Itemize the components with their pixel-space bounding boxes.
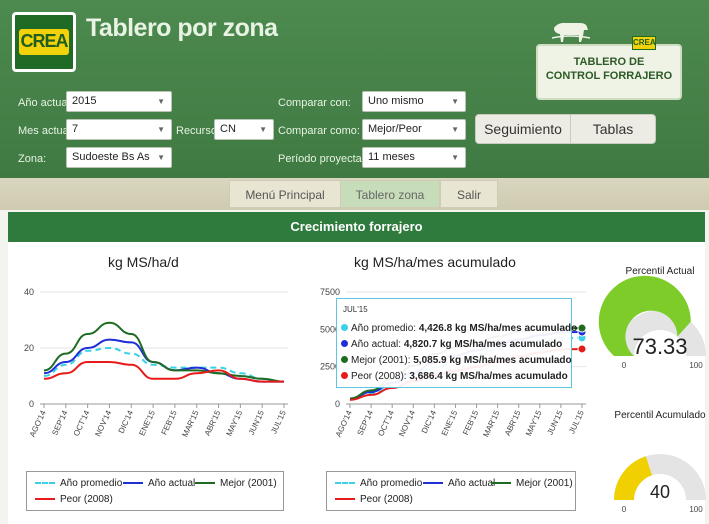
legend-item-promedio[interactable]: Año promedio xyxy=(335,478,422,489)
tablas-button[interactable]: Tablas xyxy=(570,114,656,144)
legend-item-peor[interactable]: Peor (2008) xyxy=(35,494,113,505)
comparar-como-select[interactable]: Mejor/Peor ▼ xyxy=(362,119,466,140)
crea-logo-text: CREA xyxy=(20,31,68,51)
periodo-select[interactable]: 11 meses ▼ xyxy=(362,147,466,168)
crea-logo: CREA xyxy=(12,12,76,72)
chart1-title: kg MS/ha/d xyxy=(108,254,179,270)
comparar-con-value: Uno mismo xyxy=(368,95,424,107)
recurso-label: Recurso xyxy=(176,125,217,137)
zona-label: Zona: xyxy=(18,153,47,165)
tablero-logo-line2: CONTROL FORRAJERO xyxy=(545,70,673,82)
legend-label: Mejor (2001) xyxy=(516,478,573,489)
chevron-down-icon: ▼ xyxy=(451,153,459,162)
legend-item-promedio[interactable]: Año promedio xyxy=(35,478,122,489)
comparar-con-select[interactable]: Uno mismo ▼ xyxy=(362,91,466,112)
header: CREA Tablero por zona CREA TABLERO DE CO… xyxy=(0,0,709,178)
tooltip-label: Peor (2008): xyxy=(351,371,407,382)
crea-mini-logo: CREA xyxy=(632,36,656,50)
gauge-acumulado-title: Percentil Acumulado xyxy=(614,410,706,421)
recurso-select[interactable]: CN ▼ xyxy=(214,119,274,140)
legend-label: Mejor (2001) xyxy=(220,478,277,489)
legend-label: Año promedio xyxy=(360,478,423,489)
legend-item-mejor[interactable]: Mejor (2001) xyxy=(491,478,573,489)
chevron-down-icon: ▼ xyxy=(157,125,165,134)
comparar-como-value: Mejor/Peor xyxy=(368,123,422,135)
legend-label: Año promedio xyxy=(60,478,123,489)
legend-label: Peor (2008) xyxy=(60,494,113,505)
tab-salir[interactable]: Salir xyxy=(440,180,498,208)
chart1-legend: Año promedio Año actual Mejor (2001) Peo… xyxy=(26,471,284,511)
page-title: Tablero por zona xyxy=(86,14,278,42)
tooltip-row-actual: Año actual: 4,820.7 kg MS/ha/mes acumula… xyxy=(341,339,562,350)
ano-actual-select[interactable]: 2015 ▼ xyxy=(66,91,172,112)
tooltip-value: 4,820.7 kg MS/ha/mes acumulado xyxy=(403,339,563,350)
comparar-con-label: Comparar con: xyxy=(278,97,351,109)
tooltip-row-peor: Peor (2008): 3,686.4 kg MS/ha/mes acumul… xyxy=(341,371,568,382)
periodo-value: 11 meses xyxy=(368,151,415,163)
tab-menu-principal[interactable]: Menú Principal xyxy=(229,180,341,208)
legend-label: Peor (2008) xyxy=(360,494,413,505)
legend-label: Año actual xyxy=(148,478,196,489)
nav-bar: Menú Principal Tablero zona Salir xyxy=(0,178,709,210)
tooltip-value: 3,686.4 kg MS/ha/mes acumulado xyxy=(409,371,568,382)
tablero-control-forrajero-logo: CREA TABLERO DE CONTROL FORRAJERO xyxy=(536,14,682,100)
tooltip-value: 5,085.9 kg MS/ha/mes acumulado xyxy=(413,355,572,366)
chevron-down-icon: ▼ xyxy=(157,97,165,106)
tablero-logo-line1: TABLERO DE xyxy=(573,56,645,68)
recurso-value: CN xyxy=(220,123,236,135)
chart2-legend: Año promedio Año actual Mejor (2001) Peo… xyxy=(326,471,576,511)
zona-select[interactable]: Sudoeste Bs As ▼ xyxy=(66,147,172,168)
chart2-tooltip: JUL'15 Año promedio: 4,426.8 kg MS/ha/me… xyxy=(336,298,577,388)
tooltip-row-promedio: Año promedio: 4,426.8 kg MS/ha/mes acumu… xyxy=(341,323,577,334)
chevron-down-icon: ▼ xyxy=(451,125,459,134)
chevron-down-icon: ▼ xyxy=(451,97,459,106)
seguimiento-button[interactable]: Seguimiento xyxy=(475,114,571,144)
tooltip-label: Año promedio: xyxy=(351,323,417,334)
chart2-title: kg MS/ha/mes acumulado xyxy=(354,254,516,270)
tooltip-value: 4,426.8 kg MS/ha/mes acumulado xyxy=(418,323,578,334)
gauge-actual-title: Percentil Actual xyxy=(625,266,695,277)
zona-value: Sudoeste Bs As xyxy=(72,151,150,163)
chevron-down-icon: ▼ xyxy=(259,125,267,134)
legend-label: Año actual xyxy=(448,478,496,489)
legend-item-actual[interactable]: Año actual xyxy=(123,478,195,489)
tooltip-label: Año actual: xyxy=(351,339,402,350)
cow-icon xyxy=(551,22,590,42)
ano-actual-label: Año actual: xyxy=(18,97,74,109)
mes-actual-value: 7 xyxy=(72,123,79,135)
comparar-como-label: Comparar como: xyxy=(278,125,360,137)
legend-item-actual[interactable]: Año actual xyxy=(423,478,495,489)
legend-item-mejor[interactable]: Mejor (2001) xyxy=(195,478,277,489)
tooltip-title: JUL'15 xyxy=(343,305,368,314)
tooltip-label: Mejor (2001): xyxy=(351,355,411,366)
tooltip-row-mejor: Mejor (2001): 5,085.9 kg MS/ha/mes acumu… xyxy=(341,355,572,366)
chevron-down-icon: ▼ xyxy=(157,153,165,162)
section-title: Crecimiento forrajero xyxy=(8,212,705,242)
mes-actual-select[interactable]: 7 ▼ xyxy=(66,119,172,140)
tab-tablero-zona[interactable]: Tablero zona xyxy=(340,180,440,208)
legend-item-peor[interactable]: Peor (2008) xyxy=(335,494,413,505)
ano-actual-value: 2015 xyxy=(72,95,97,107)
